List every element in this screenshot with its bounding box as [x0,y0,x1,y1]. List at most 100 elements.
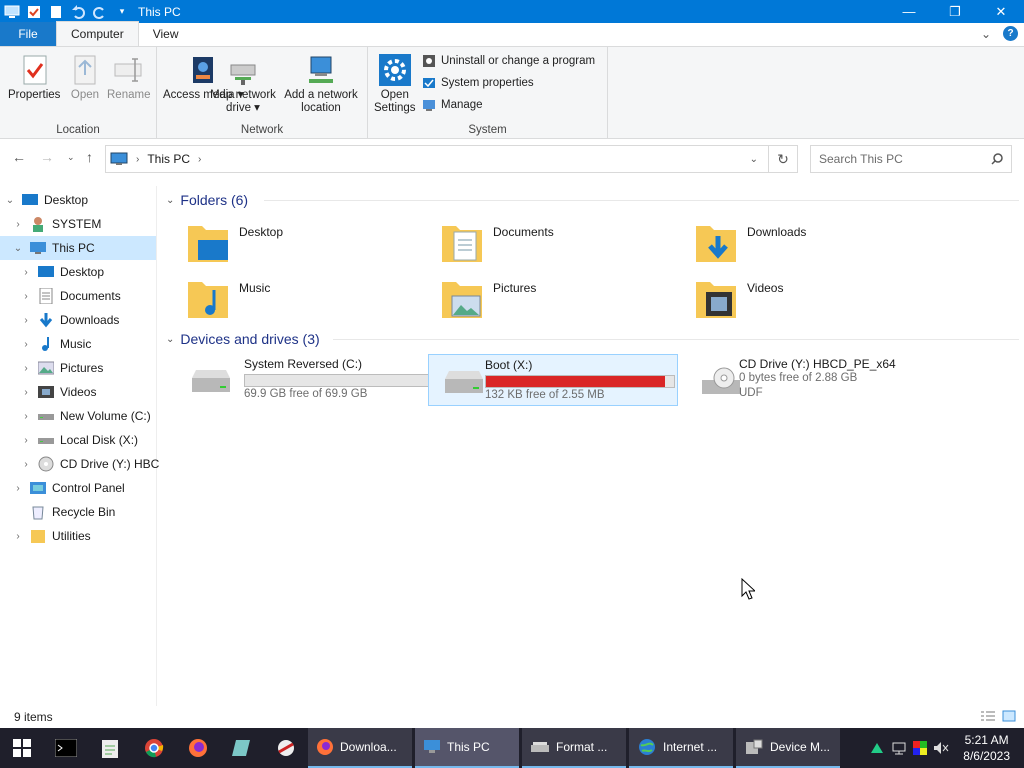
address-input[interactable]: › This PC › ⌄ [105,145,769,173]
nav-item-system[interactable]: › SYSTEM [12,212,101,236]
expand-chevron-icon[interactable]: › [20,387,32,398]
folder-documents[interactable]: Documents [420,216,670,266]
expand-ribbon-icon[interactable]: ⌄ [981,27,991,41]
folder-music[interactable]: Music [166,272,416,322]
taskbar-notepad[interactable] [88,728,132,768]
up-arrow-icon[interactable]: ↑ [86,149,93,165]
collapse-chevron-icon[interactable]: ⌄ [4,195,16,206]
help-icon[interactable]: ? [1003,26,1018,41]
drive-c-usage-bar [244,374,434,387]
devices-header[interactable]: ⌄ Devices and drives (3) [166,329,320,349]
expand-chevron-icon[interactable]: › [12,483,24,494]
undo-icon[interactable] [68,2,88,22]
network-tray-icon[interactable] [869,741,885,755]
search-input[interactable]: Search This PC [810,145,1012,173]
map-network-drive-button[interactable]: Map network drive ▾ [208,53,278,115]
drive-x[interactable]: Boot (X:) 132 KB free of 2.55 MB [428,354,678,406]
address-dropdown-icon[interactable]: ⌄ [750,154,758,165]
back-arrow-icon[interactable]: ← [12,149,26,165]
open-button[interactable]: Open [69,53,101,102]
volume-muted-icon[interactable] [933,741,949,755]
drive-y[interactable]: CD Drive (Y:) HBCD_PE_x64 0 bytes free o… [682,354,932,406]
expand-chevron-icon[interactable]: › [20,291,32,302]
taskbar-window-device-manager[interactable]: Device M... [736,728,840,768]
breadcrumb-chevron-icon[interactable]: › [198,154,201,165]
taskbar-window-format[interactable]: Format ... [522,728,626,768]
manage-button[interactable]: Manage [422,98,483,112]
nav-item-videos[interactable]: › Videos [20,380,96,404]
nav-item-desktop[interactable]: › Desktop [20,260,104,284]
expand-chevron-icon[interactable]: › [20,267,32,278]
expand-chevron-icon[interactable]: › [20,435,32,446]
color-icon[interactable] [913,741,928,755]
system-properties-button[interactable]: System properties [422,76,534,90]
taskbar-cmd[interactable] [44,728,88,768]
uninstall-program-button[interactable]: Uninstall or change a program [422,54,595,68]
tab-computer[interactable]: Computer [56,21,139,46]
taskbar-tool[interactable] [264,728,308,768]
taskbar-window-internet[interactable]: Internet ... [629,728,733,768]
nav-item-control-panel[interactable]: › Control Panel [12,476,124,500]
expand-chevron-icon[interactable]: › [20,339,32,350]
refresh-button[interactable]: ↻ [768,145,798,173]
minimize-button[interactable]: — [886,0,932,23]
expand-chevron-icon[interactable]: › [12,531,24,542]
tab-view[interactable]: View [139,22,193,46]
taskbar-chrome[interactable] [132,728,176,768]
folder-videos[interactable]: Videos [674,272,924,322]
properties-button[interactable]: Properties [8,53,60,102]
nav-item-recycle-bin[interactable]: Recycle Bin [30,500,115,524]
taskbar-window-downloads[interactable]: Downloa... [308,728,412,768]
nav-item-documents[interactable]: › Documents [20,284,121,308]
content-pane: ⌄ Folders (6) Desktop Documents Download… [158,186,1024,706]
tab-file[interactable]: File [0,22,56,46]
collapse-chevron-icon[interactable]: ⌄ [12,243,24,254]
taskbar-app[interactable] [220,728,264,768]
taskbar-window-this-pc[interactable]: This PC [415,728,519,768]
computer-icon [424,740,440,753]
add-network-location-button[interactable]: Add a network location [281,53,361,115]
tool-icon [278,740,294,756]
expand-chevron-icon[interactable]: › [20,315,32,326]
nav-item-cd-drive[interactable]: › CD Drive (Y:) HBC [20,452,159,476]
drive-c[interactable]: System Reversed (C:) 69.9 GB free of 69.… [172,354,434,406]
open-settings-button[interactable]: Open Settings [374,53,416,115]
notepad-icon [102,740,118,758]
nav-item-local-disk[interactable]: › Local Disk (X:) [20,428,138,452]
expand-chevron-icon[interactable]: › [20,363,32,374]
rename-button[interactable]: Rename [107,53,150,102]
expand-chevron-icon[interactable]: › [20,459,32,470]
new-folder-icon[interactable] [46,2,66,22]
nav-item-pictures[interactable]: › Pictures [20,356,103,380]
nav-item-this-pc[interactable]: ⌄ This PC [0,236,156,260]
folders-header[interactable]: ⌄ Folders (6) [166,190,248,210]
expand-chevron-icon[interactable]: › [20,411,32,422]
large-icons-view-icon[interactable] [1002,710,1016,722]
chrome-icon [145,739,164,758]
start-button[interactable] [0,728,44,768]
nav-item-music[interactable]: › Music [20,332,91,356]
taskbar-firefox[interactable] [176,728,220,768]
nav-item-utilities[interactable]: › Utilities [12,524,91,548]
computer-icon[interactable] [2,2,22,22]
computer-icon [30,242,46,254]
breadcrumb[interactable]: This PC [147,152,190,166]
clock[interactable]: 5:21 AM 8/6/2023 [955,732,1018,764]
expand-chevron-icon[interactable]: › [12,219,24,230]
folder-desktop[interactable]: Desktop [166,216,416,266]
properties-icon[interactable] [24,2,44,22]
nav-item-downloads[interactable]: › Downloads [20,308,119,332]
nav-item-new-volume[interactable]: › New Volume (C:) [20,404,150,428]
drive-icon [38,414,54,420]
redo-icon[interactable] [90,2,110,22]
folder-downloads[interactable]: Downloads [674,216,924,266]
recent-locations-icon[interactable]: ⌄ [67,152,75,163]
chevron-down-icon[interactable]: ▾ [112,2,132,22]
forward-arrow-icon[interactable]: → [40,149,54,165]
ethernet-icon[interactable] [891,741,907,755]
folder-pictures[interactable]: Pictures [420,272,670,322]
details-view-icon[interactable] [980,710,996,722]
close-button[interactable]: ✕ [978,0,1024,23]
maximize-button[interactable]: ❐ [932,0,978,23]
nav-item-desktop-root[interactable]: ⌄ Desktop [4,188,88,212]
